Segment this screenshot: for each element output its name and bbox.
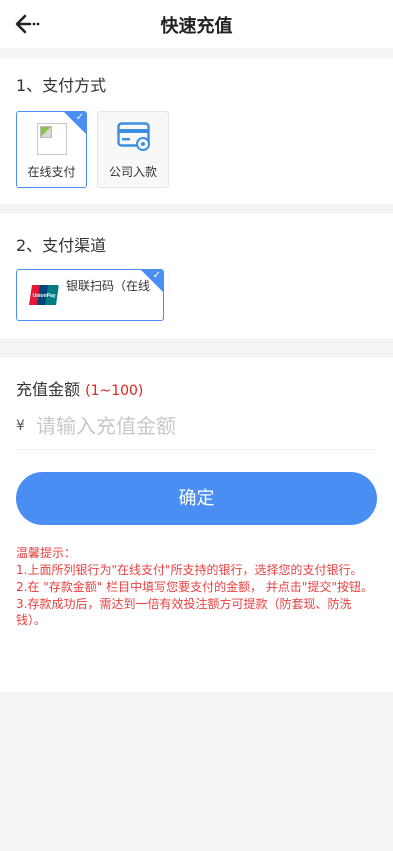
card-gear-icon <box>117 122 150 151</box>
channel-option-unionpay[interactable]: UnionPay 银联扫码（在线 ✓ <box>16 269 164 321</box>
amount-range: (1~100) <box>85 383 144 399</box>
payment-method-section: 1、支付方式 在线支付 ✓ 公司入款 <box>0 58 393 204</box>
app-header: 快速充值 <box>0 0 393 48</box>
tips-block: 温馨提示： 1.上面所列银行为"在线支付"所支持的银行，选择您的支付银行。 2.… <box>16 545 380 629</box>
payment-channel-section: 2、支付渠道 UnionPay 银联扫码（在线 ✓ <box>0 214 393 338</box>
payment-method-title: 1、支付方式 <box>16 76 107 95</box>
tip-line: 2.在 "存款金额" 栏目中填写您要支付的金额， 并点击"提交"按钮。 <box>16 580 373 594</box>
amount-label: 充值金额 (1~100) <box>16 376 143 400</box>
currency-symbol: ¥ <box>16 418 25 434</box>
channel-option-label: 银联扫码（在线 <box>66 279 151 293</box>
unionpay-logo: UnionPay <box>29 285 59 305</box>
tips-heading: 温馨提示： <box>16 546 77 560</box>
payment-option-company[interactable]: 公司入款 <box>97 111 169 188</box>
payment-channel-title: 2、支付渠道 <box>16 236 107 255</box>
payment-option-label: 公司入款 <box>108 165 157 179</box>
payment-option-online[interactable]: 在线支付 ✓ <box>16 111 87 188</box>
amount-title: 充值金额 <box>16 380 81 399</box>
svg-text:UnionPay: UnionPay <box>32 293 55 299</box>
check-icon: ✓ <box>75 112 84 123</box>
divider <box>16 449 377 450</box>
page-title: 快速充值 <box>160 16 233 37</box>
tip-line: 1.上面所列银行为"在线支付"所支持的银行，选择您的支付银行。 <box>16 563 363 577</box>
amount-section: 充值金额 (1~100) ¥ 确定 温馨提示： 1.上面所列银行为"在线支付"所… <box>0 358 393 692</box>
amount-input[interactable] <box>36 408 376 444</box>
payment-option-label: 在线支付 <box>27 165 76 179</box>
broken-image-icon <box>37 123 67 155</box>
confirm-button[interactable]: 确定 <box>16 472 377 525</box>
tip-line: 3.存款成功后，需达到一倍有效投注额方可提款（防套现、防洗钱）。 <box>16 597 352 627</box>
check-icon: ✓ <box>152 270 161 281</box>
